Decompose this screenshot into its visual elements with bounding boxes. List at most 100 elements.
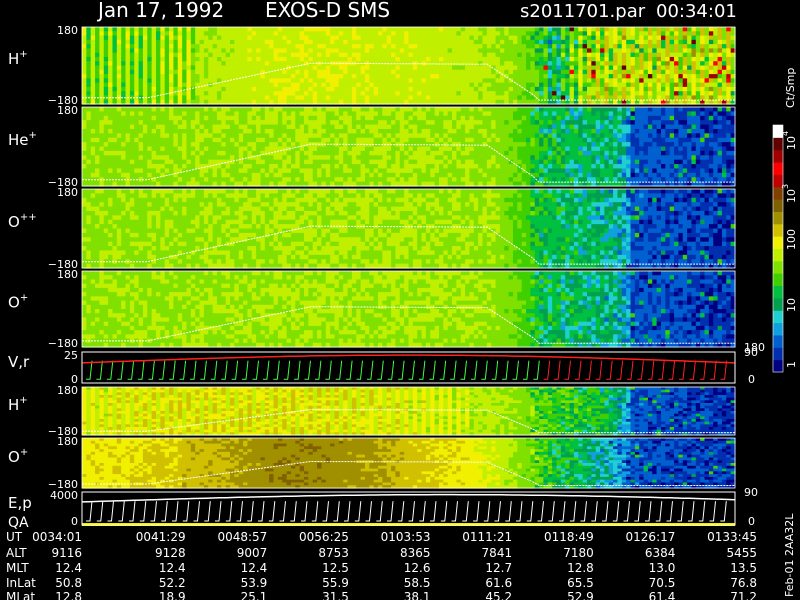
heatmap-cell [169,61,175,67]
heatmap-cell [295,107,301,112]
heatmap-cell [286,120,292,126]
heatmap-cell [473,52,479,58]
heatmap-cell [687,31,693,37]
heatmap-cell [317,124,323,130]
heatmap-cell [434,91,440,97]
heatmap-cell [273,111,279,117]
heatmap-cell [443,115,449,121]
heatmap-cell [82,74,87,79]
heatmap-cell [264,86,270,92]
heatmap-cell [304,115,309,121]
heatmap-cell [573,177,579,183]
heatmap-cell [321,82,327,88]
heatmap-cell [482,111,488,117]
heatmap-cell [312,27,318,32]
heatmap-cell [721,74,727,79]
heatmap-cell [360,172,366,178]
heatmap-cell [491,159,497,165]
heatmap-cell [142,128,148,134]
heatmap-cell [312,65,318,71]
heatmap-cell [382,155,388,161]
heatmap-cell [430,39,436,45]
heatmap-cell [386,95,392,101]
heatmap-cell [652,69,658,75]
heatmap-cell [560,52,566,58]
heatmap-cell [186,164,192,170]
heatmap-cell [125,164,131,170]
heatmap-cell [708,56,714,62]
heatmap-cell [277,31,283,37]
heatmap-cell [82,155,87,161]
heatmap-cell [282,61,288,67]
heatmap-cell [164,65,170,71]
heatmap-cell [177,155,183,161]
heatmap-cell [613,74,619,79]
heatmap-cell [347,177,353,183]
heatmap-cell [238,133,244,139]
heatmap-cell [290,107,296,112]
heatmap-cell [277,120,283,126]
heatmap-cell [613,95,619,101]
heatmap-cell [473,155,479,161]
heatmap-cell [304,168,309,174]
heatmap-cell [325,95,331,101]
heatmap-cell [103,39,109,45]
heatmap-cell [95,78,101,84]
heatmap-cell [321,91,327,97]
heatmap-cell [512,107,518,112]
heatmap-cell [86,155,92,161]
heatmap-cell [586,56,592,62]
heatmap-cell [116,133,122,139]
heatmap-cell [251,95,257,101]
heatmap-cell [621,120,627,126]
heatmap-cell [177,78,183,84]
heatmap-cell [634,74,640,79]
y-tick-top: 180 [57,24,78,37]
heatmap-cell [129,146,135,152]
heatmap-cell [613,177,619,183]
heatmap-cell [473,164,479,170]
heatmap-cell [452,35,457,41]
heatmap-cell [234,172,240,178]
heatmap-cell [447,111,453,117]
heatmap-cell [569,115,575,121]
heatmap-cell [521,95,527,101]
heatmap-cell [443,133,449,139]
heatmap-cell [495,155,501,161]
heatmap-cell [504,137,510,143]
heatmap-cell [247,137,253,143]
heatmap-cell [347,86,353,92]
heatmap-cell [530,27,536,32]
heatmap-cell [582,177,588,183]
heatmap-cell [408,133,414,139]
heatmap-cell [391,133,397,139]
heatmap-cell [717,74,723,79]
heatmap-cell [382,146,388,152]
heatmap-cell [491,48,497,54]
heatmap-cell [195,44,201,49]
heatmap-cell [212,65,218,71]
heatmap-cell [395,155,401,161]
heatmap-cell [173,39,179,45]
heatmap-cell [386,48,392,54]
heatmap-cell [443,155,449,161]
heatmap-cell [708,27,714,32]
heatmap-cell [156,107,161,112]
heatmap-cell [386,35,392,41]
heatmap-cell [591,115,597,121]
heatmap-cell [269,56,275,62]
heatmap-cell [238,52,244,58]
heatmap-cell [234,31,240,37]
heatmap-cell [452,65,457,71]
heatmap-cell [212,155,218,161]
heatmap-cell [182,91,188,97]
heatmap-cell [108,44,114,49]
heatmap-cell [243,91,249,97]
heatmap-cell [269,78,275,84]
heatmap-cell [517,95,523,101]
heatmap-cell [569,78,575,84]
heatmap-cell [147,128,153,134]
heatmap-cell [312,95,318,101]
heatmap-cell [386,128,392,134]
heatmap-cell [604,128,610,134]
